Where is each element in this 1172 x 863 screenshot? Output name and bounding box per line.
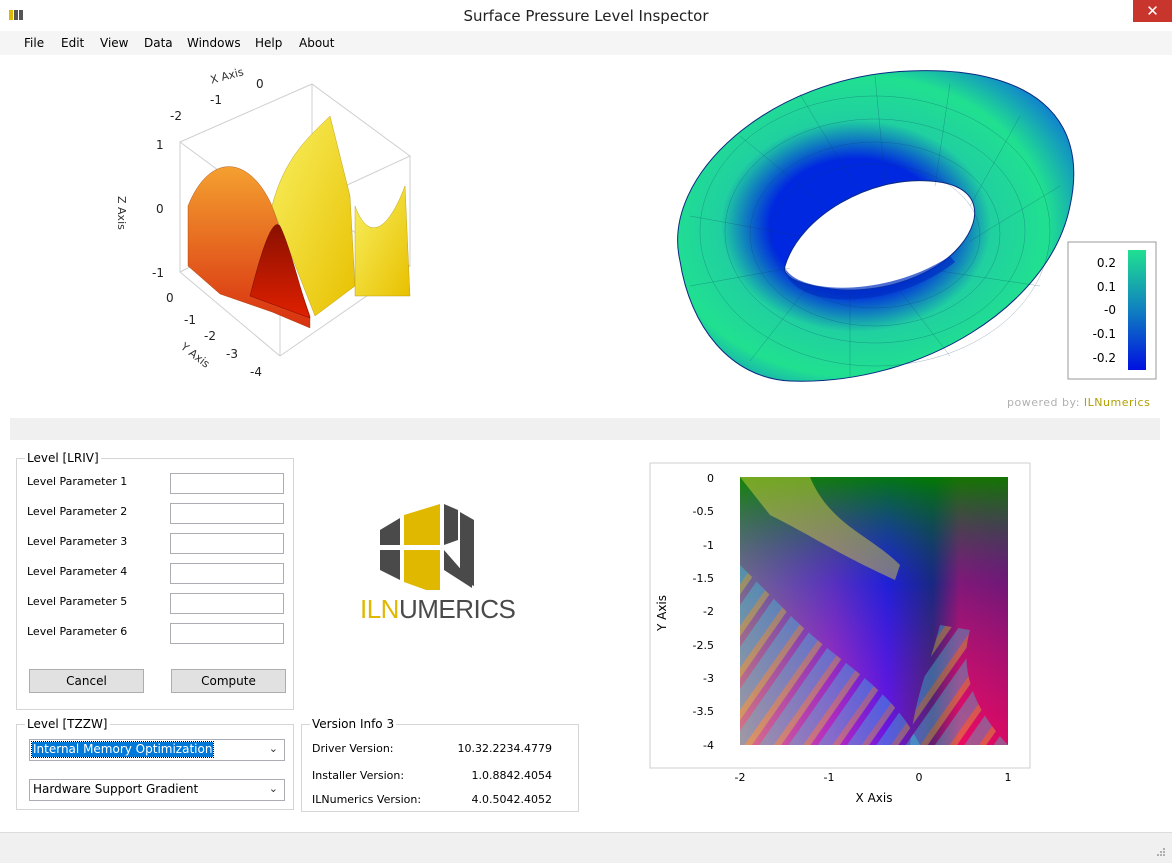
image-plot-field	[740, 477, 1008, 745]
image-x-tick: -2	[735, 771, 746, 784]
level-parameter-6-input[interactable]	[170, 623, 284, 644]
colorbar-tick: 0.1	[1097, 280, 1116, 294]
menu-about[interactable]: About	[299, 36, 334, 50]
select-value: Internal Memory Optimization	[30, 741, 215, 758]
driver-version-value: 10.32.2234.4779	[457, 742, 552, 755]
level-parameter-2-input[interactable]	[170, 503, 284, 524]
ilnumerics-version-value: 4.0.5042.4052	[471, 793, 552, 806]
image-y-tick: -2.5	[693, 639, 714, 652]
level-lriv-title: Level [LRIV]	[25, 451, 101, 465]
logo-mark	[380, 504, 474, 595]
level-parameter-4-input[interactable]	[170, 563, 284, 584]
image-y-tick: 0	[707, 472, 714, 485]
level-parameter-label: Level Parameter 6	[27, 625, 128, 638]
colorbar-tick: -0	[1104, 303, 1116, 317]
image-x-tick: 0	[916, 771, 923, 784]
surface-z-axis-label: Z Axis	[115, 196, 128, 230]
level-parameter-label: Level Parameter 2	[27, 505, 128, 518]
colorbar	[1128, 250, 1146, 370]
image-y-tick: -0.5	[693, 505, 714, 518]
surface-y-tick: -4	[250, 365, 262, 379]
surface-z-tick: 1	[156, 138, 164, 152]
powered-by: powered by: ILNumerics	[1007, 396, 1151, 409]
torus-plot[interactable]: 0.2 0.1 -0 -0.1 -0.2	[650, 56, 1160, 396]
surface-z-tick: -1	[152, 266, 164, 280]
level-tzzw-title: Level [TZZW]	[25, 717, 110, 731]
surface-y-tick: -1	[184, 313, 196, 327]
colorbar-tick: 0.2	[1097, 256, 1116, 270]
surface-x-tick: -1	[210, 93, 222, 107]
image-x-tick: -1	[824, 771, 835, 784]
level-parameter-1-input[interactable]	[170, 473, 284, 494]
installer-version-label: Installer Version:	[312, 769, 405, 782]
cancel-button[interactable]: Cancel	[29, 669, 144, 693]
close-button[interactable]: ✕	[1133, 0, 1172, 22]
surface-plot[interactable]: X Axis -2 -1 0 Z Axis 1 0 -1 0 -1 -2 -3 …	[10, 56, 570, 416]
surface-z-tick: 0	[156, 202, 164, 216]
menu-file[interactable]: File	[24, 36, 44, 50]
panel-splitter[interactable]	[10, 418, 1160, 440]
menu-windows[interactable]: Windows	[187, 36, 241, 50]
surface-mesh	[187, 115, 411, 329]
menu-help[interactable]: Help	[255, 36, 282, 50]
menu-edit[interactable]: Edit	[61, 36, 84, 50]
surface-y-tick: -2	[204, 329, 216, 343]
version-info-title: Version Info 3	[310, 717, 397, 731]
compute-button[interactable]: Compute	[171, 669, 286, 693]
select-value: Hardware Support Gradient	[33, 782, 199, 796]
menu-bar: File Edit View Data Windows Help About	[0, 31, 1172, 55]
image-plot[interactable]: 0 -0.5 -1 -1.5 -2 -2.5 -3 -3.5 -4 -2 -1 …	[640, 455, 1060, 825]
image-x-tick: 1	[1005, 771, 1012, 784]
iln-logo: ILNUMERICS	[360, 500, 516, 630]
image-y-axis-label: Y Axis	[655, 595, 669, 632]
installer-version-value: 1.0.8842.4054	[471, 769, 552, 782]
image-y-tick: -1.5	[693, 572, 714, 585]
torus-surface	[677, 70, 1075, 382]
chevron-down-icon: ⌄	[268, 782, 278, 795]
surface-x-tick: -2	[170, 109, 182, 123]
version-info-group: Version Info 3 Driver Version: 10.32.223…	[301, 717, 579, 812]
close-icon: ✕	[1146, 2, 1159, 20]
plot-panel-3d[interactable]: X Axis -2 -1 0 Z Axis 1 0 -1 0 -1 -2 -3 …	[10, 56, 1160, 416]
level-tzzw-group: Level [TZZW] Internal Memory Optimizatio…	[16, 717, 294, 810]
image-y-tick: -1	[703, 539, 714, 552]
chevron-down-icon: ⌄	[268, 742, 278, 755]
image-y-tick: -3.5	[693, 705, 714, 718]
image-x-axis-label: X Axis	[856, 791, 893, 805]
level-parameter-label: Level Parameter 5	[27, 595, 128, 608]
image-y-tick: -4	[703, 739, 714, 752]
driver-version-label: Driver Version:	[312, 742, 394, 755]
window-title: Surface Pressure Level Inspector	[463, 7, 709, 25]
level-parameter-label: Level Parameter 4	[27, 565, 128, 578]
image-y-tick: -3	[703, 672, 714, 685]
memory-optimization-select[interactable]: Internal Memory Optimization ⌄	[29, 739, 285, 761]
menu-data[interactable]: Data	[144, 36, 173, 50]
surface-x-axis-label: X Axis	[209, 65, 245, 86]
level-parameter-5-input[interactable]	[170, 593, 284, 614]
level-parameter-3-input[interactable]	[170, 533, 284, 554]
menu-view[interactable]: View	[100, 36, 128, 50]
surface-y-axis-label: Y Axis	[177, 340, 212, 371]
ilnumerics-version-label: ILNumerics Version:	[312, 793, 422, 806]
colorbar-tick: -0.2	[1093, 351, 1116, 365]
logo-text: ILNUMERICS	[360, 594, 516, 624]
level-parameter-label: Level Parameter 3	[27, 535, 128, 548]
surface-y-tick: 0	[166, 291, 174, 305]
powered-by-brand: ILNumerics	[1083, 396, 1151, 409]
resize-grip-icon[interactable]	[1156, 847, 1166, 857]
surface-x-tick: 0	[256, 77, 264, 91]
title-bar: Surface Pressure Level Inspector ✕	[0, 0, 1172, 32]
colorbar-tick: -0.1	[1093, 327, 1116, 341]
hardware-gradient-select[interactable]: Hardware Support Gradient ⌄	[29, 779, 285, 801]
level-parameter-label: Level Parameter 1	[27, 475, 128, 488]
image-y-tick: -2	[703, 605, 714, 618]
level-lriv-group: Level [LRIV] Level Parameter 1 Level Par…	[16, 451, 294, 710]
surface-y-tick: -3	[226, 347, 238, 361]
status-bar	[0, 832, 1172, 863]
